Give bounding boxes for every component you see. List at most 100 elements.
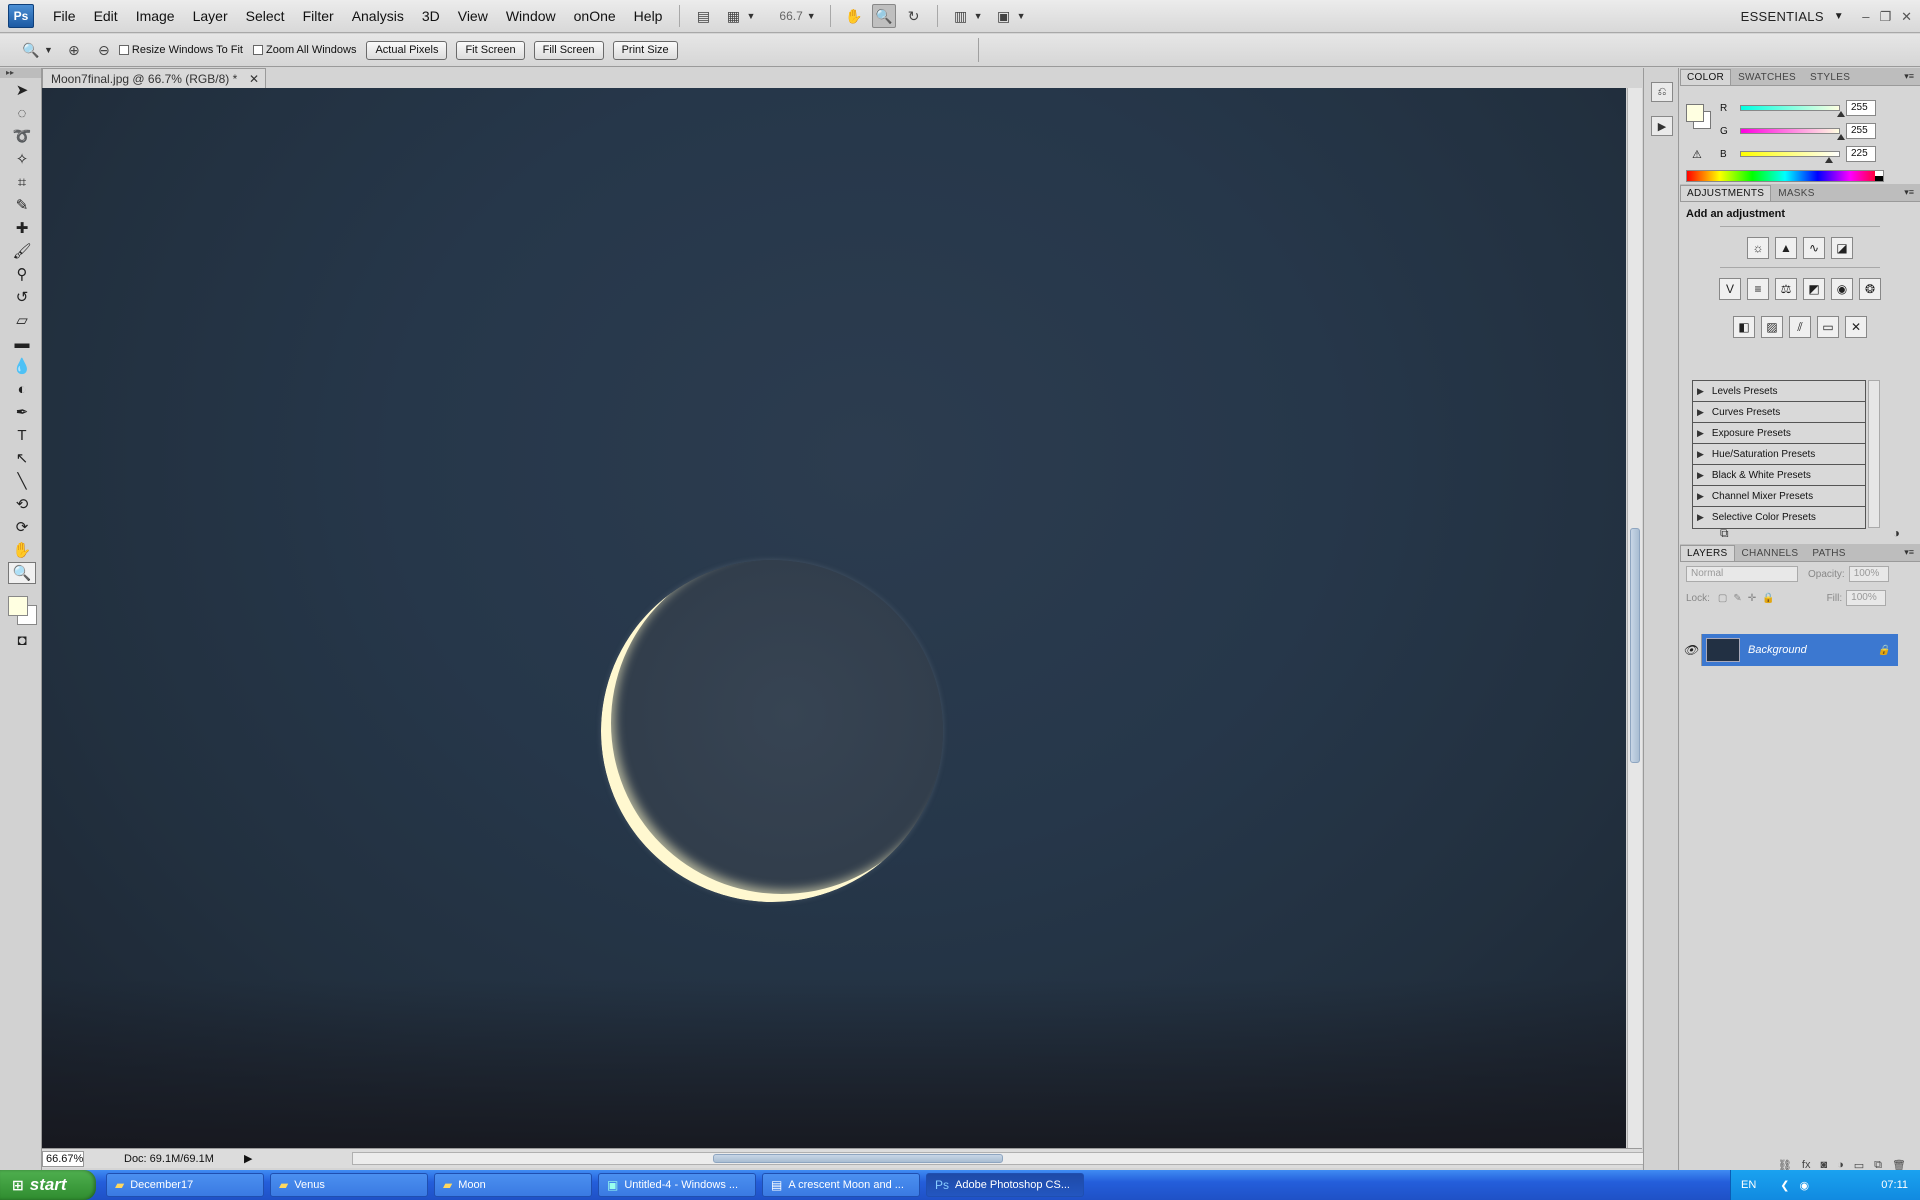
panel-menu-icon[interactable]: ▾≡	[1904, 71, 1914, 82]
eye-icon[interactable]: 👁	[1680, 634, 1702, 666]
black-white-icon[interactable]: ◩	[1803, 278, 1825, 300]
photo-filter-icon[interactable]: ◉	[1831, 278, 1853, 300]
actions-panel-icon[interactable]: ▶	[1651, 116, 1673, 136]
gradient-tool-icon[interactable]: ▬	[8, 332, 36, 354]
tab-layers[interactable]: LAYERS	[1680, 545, 1735, 561]
zoom-in-icon[interactable]: ⊕	[62, 38, 86, 62]
preset-channel-mixer[interactable]: ▶ Channel Mixer Presets	[1693, 486, 1865, 507]
channel-mixer-icon[interactable]: ❂	[1859, 278, 1881, 300]
vibrance-icon[interactable]: V	[1719, 278, 1741, 300]
chevron-down-icon[interactable]: ▼	[44, 45, 53, 55]
gradient-map-icon[interactable]: ▭	[1817, 316, 1839, 338]
tab-color[interactable]: COLOR	[1680, 69, 1732, 85]
tab-paths[interactable]: PATHS	[1805, 545, 1852, 561]
workspace-switcher[interactable]: ESSENTIALS ▼	[1741, 0, 1844, 33]
path-selection-tool-icon[interactable]: ↖	[8, 447, 36, 469]
quick-mask-icon[interactable]: ◘	[8, 629, 36, 651]
rotate-view-icon[interactable]: ↻	[902, 4, 926, 28]
tab-masks[interactable]: MASKS	[1771, 185, 1822, 201]
magic-wand-tool-icon[interactable]: ✧	[8, 148, 36, 170]
black-white-swatch[interactable]	[1875, 171, 1883, 181]
eraser-tool-icon[interactable]: ▱	[8, 309, 36, 331]
hand-tool-icon[interactable]: ✋	[8, 539, 36, 561]
preset-curves[interactable]: ▶ Curves Presets	[1693, 402, 1865, 423]
blur-tool-icon[interactable]: 💧	[8, 355, 36, 377]
menu-analysis[interactable]: Analysis	[343, 8, 413, 24]
close-icon[interactable]: ✕	[1901, 9, 1912, 25]
levels-icon[interactable]: ▲	[1775, 237, 1797, 259]
warning-icon[interactable]: ⚠	[1692, 148, 1702, 161]
hue-saturation-icon[interactable]: ≡	[1747, 278, 1769, 300]
lasso-tool-icon[interactable]: ➰	[8, 125, 36, 147]
bridge-icon[interactable]: ▤	[691, 4, 715, 28]
green-slider[interactable]	[1740, 128, 1845, 140]
zoom-all-windows-checkbox[interactable]: Zoom All Windows	[252, 44, 356, 56]
type-tool-icon[interactable]: T	[8, 424, 36, 446]
red-slider[interactable]	[1740, 105, 1845, 117]
marquee-tool-icon[interactable]: ◌	[8, 102, 36, 124]
tab-swatches[interactable]: SWATCHES	[1731, 69, 1803, 85]
menu-filter[interactable]: Filter	[294, 8, 343, 24]
panel-menu-icon[interactable]: ▾≡	[1904, 187, 1914, 198]
menu-select[interactable]: Select	[237, 8, 294, 24]
restore-icon[interactable]: ❐	[1879, 9, 1891, 25]
move-tool-icon[interactable]: ➤	[8, 79, 36, 101]
actual-pixels-button[interactable]: Actual Pixels	[366, 40, 448, 60]
fit-screen-button[interactable]: Fit Screen	[456, 40, 525, 60]
taskbar-item-untitled[interactable]: ▣ Untitled-4 - Windows ...	[598, 1173, 756, 1197]
screen-mode-icon[interactable]: ▣	[992, 4, 1016, 28]
clone-stamp-tool-icon[interactable]: ⚲	[8, 263, 36, 285]
resize-windows-checkbox[interactable]: Resize Windows To Fit	[118, 44, 243, 56]
chevron-down-icon[interactable]: ▼	[807, 11, 816, 21]
layer-row-background[interactable]: 👁 Background 🔒	[1680, 634, 1898, 666]
preset-exposure[interactable]: ▶ Exposure Presets	[1693, 423, 1865, 444]
healing-brush-tool-icon[interactable]: ✚	[8, 217, 36, 239]
checkbox-box[interactable]	[118, 45, 129, 55]
blue-slider-knob[interactable]	[1825, 157, 1833, 163]
pen-tool-icon[interactable]: ✒	[8, 401, 36, 423]
brush-tool-icon[interactable]: 🖌	[8, 240, 36, 262]
clip-to-layer-icon[interactable]: ⧉	[1720, 526, 1729, 541]
threshold-icon[interactable]: ⫽	[1789, 316, 1811, 338]
menu-window[interactable]: Window	[497, 8, 565, 24]
brightness-contrast-icon[interactable]: ☼	[1747, 237, 1769, 259]
3d-orbit-tool-icon[interactable]: ⟳	[8, 516, 36, 538]
fill-screen-button[interactable]: Fill Screen	[533, 40, 604, 60]
tab-adjustments[interactable]: ADJUSTMENTS	[1680, 185, 1772, 201]
blue-slider[interactable]	[1740, 151, 1840, 163]
curves-icon[interactable]: ∿	[1803, 237, 1825, 259]
checkbox-box[interactable]	[252, 45, 263, 55]
fill-input[interactable]: 100%	[1846, 590, 1887, 606]
menu-help[interactable]: Help	[625, 8, 672, 24]
chevron-down-icon[interactable]: ▼	[974, 11, 983, 21]
green-value-input[interactable]: 255	[1846, 123, 1876, 139]
document-canvas[interactable]	[42, 88, 1626, 1148]
foreground-color-swatch[interactable]	[8, 596, 28, 616]
close-icon[interactable]: ✕	[249, 72, 259, 86]
invert-icon[interactable]: ◧	[1733, 316, 1755, 338]
menu-3d[interactable]: 3D	[413, 8, 449, 24]
status-menu-arrow-icon[interactable]: ▶	[244, 1152, 252, 1165]
history-brush-tool-icon[interactable]: ↺	[8, 286, 36, 308]
menu-layer[interactable]: Layer	[184, 8, 237, 24]
taskbar-item-moon[interactable]: ▰ Moon	[434, 1173, 592, 1197]
crop-tool-icon[interactable]: ⌗	[8, 171, 36, 193]
minimize-icon[interactable]: –	[1862, 9, 1869, 24]
status-zoom-field[interactable]: 66.67%	[42, 1150, 84, 1167]
panel-menu-icon[interactable]: ▾≡	[1904, 547, 1914, 558]
preset-levels[interactable]: ▶ Levels Presets	[1693, 381, 1865, 402]
chevron-down-icon[interactable]: ▼	[746, 11, 755, 21]
zoom-tool-icon[interactable]: 🔍	[8, 562, 36, 584]
tab-styles[interactable]: STYLES	[1803, 69, 1857, 85]
lock-icons[interactable]: ▢✎✛🔒	[1718, 593, 1781, 604]
preset-black-white[interactable]: ▶ Black & White Presets	[1693, 465, 1865, 486]
menu-image[interactable]: Image	[127, 8, 184, 24]
color-spectrum-bar[interactable]	[1686, 170, 1884, 182]
vertical-scrollbar[interactable]	[1627, 88, 1642, 1148]
taskbar-item-crescent-moon[interactable]: ▤ A crescent Moon and ...	[762, 1173, 920, 1197]
preset-hue-saturation[interactable]: ▶ Hue/Saturation Presets	[1693, 444, 1865, 465]
zoom-out-icon[interactable]: ⊖	[92, 38, 116, 62]
taskbar-item-december17[interactable]: ▰ December17	[106, 1173, 264, 1197]
view-extras-icon[interactable]: ▦	[721, 4, 745, 28]
green-slider-knob[interactable]	[1837, 134, 1845, 140]
